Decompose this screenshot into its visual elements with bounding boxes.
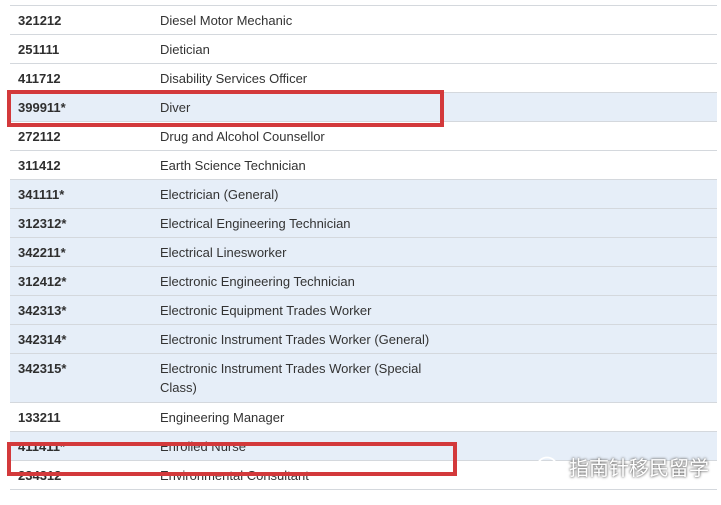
table-row: 342211* Electrical Linesworker [10, 238, 717, 267]
table-row: 312412* Electronic Engineering Technician [10, 267, 717, 296]
occupation-code: 342313* [18, 303, 67, 318]
occupation-title: Electronic Instrument Trades Worker (Spe… [160, 361, 422, 395]
occupation-code: 341111* [18, 187, 65, 202]
occupation-code: 312312* [18, 216, 67, 231]
occupation-title: Enrolled Nurse [160, 439, 246, 454]
table-row: 342314* Electronic Instrument Trades Work… [10, 325, 717, 354]
watermark-text: 指南针移民留学 [569, 456, 709, 480]
occupation-title: Engineering Manager [160, 410, 285, 425]
table-row: 342315* Electronic Instrument Trades Work… [10, 354, 717, 403]
table-row: 411712 Disability Services Officer [10, 64, 717, 93]
occupation-title: Electronic Engineering Technician [160, 274, 355, 289]
occupation-code: 342211* [18, 245, 66, 260]
occupation-title: Diver [160, 100, 191, 115]
occupation-title: Diesel Motor Mechanic [160, 13, 293, 28]
occupation-code: 321212 [18, 13, 62, 28]
occupation-code: 342314* [18, 332, 67, 347]
occupation-title: Electrician (General) [160, 187, 279, 202]
occupation-code: 251111 [18, 42, 60, 57]
occupation-title: Electronic Instrument Trades Worker (Gen… [160, 332, 430, 347]
occupation-code: 312412* [18, 274, 67, 289]
table-row: 312312* Electrical Engineering Technician [10, 209, 717, 238]
occupation-title: Electrical Engineering Technician [160, 216, 351, 231]
occupation-title: Electrical Linesworker [160, 245, 287, 260]
table-row: 272112 Drug and Alcohol Counsellor [10, 122, 717, 151]
watermark: 指南针移民留学 [537, 452, 709, 481]
occupation-code: 411712 [18, 71, 61, 86]
occupation-code: 399911* [18, 100, 66, 115]
occupation-code: 342315* [18, 361, 67, 376]
wechat-icon [537, 456, 563, 476]
table-row: 133211 Engineering Manager [10, 403, 717, 432]
table-row: 311412 Earth Science Technician [10, 151, 717, 180]
occupation-title: Drug and Alcohol Counsellor [160, 129, 325, 144]
table-row: 251111 Dietician [10, 35, 717, 64]
table-row: 321212 Diesel Motor Mechanic [10, 6, 717, 35]
table-row: 399911* Diver [10, 93, 717, 122]
occupation-code: 411411* [18, 439, 66, 454]
occupation-table: 321212 Diesel Motor Mechanic 251111 Dietici… [10, 5, 717, 490]
occupation-list-page: 321212 Diesel Motor Mechanic 251111 Dietici… [0, 0, 721, 505]
occupation-title: Environmental Consultant [160, 468, 309, 483]
occupation-title: Earth Science Technician [160, 158, 306, 173]
occupation-code: 133211 [18, 410, 61, 425]
table-row: 342313* Electronic Equipment Trades Worke… [10, 296, 717, 325]
occupation-title: Disability Services Officer [160, 71, 308, 86]
occupation-title: Dietician [160, 42, 210, 57]
occupation-code: 234312 [18, 468, 62, 483]
table-row: 341111* Electrician (General) [10, 180, 717, 209]
occupation-title: Electronic Equipment Trades Worker [160, 303, 372, 318]
occupation-code: 272112 [18, 129, 61, 144]
occupation-code: 311412 [18, 158, 61, 173]
